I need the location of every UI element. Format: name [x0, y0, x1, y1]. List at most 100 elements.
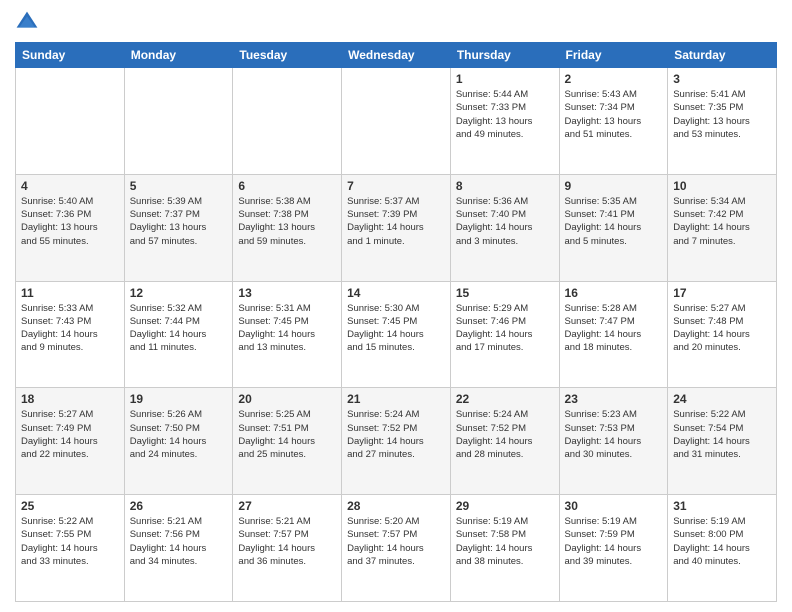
- logo-icon: [15, 10, 39, 34]
- header: [15, 10, 777, 34]
- calendar-cell: 8 Sunrise: 5:36 AM Sunset: 7:40 PM Daylig…: [450, 174, 559, 281]
- day-detail: Sunrise: 5:30 AM Sunset: 7:45 PM Dayligh…: [347, 302, 445, 355]
- calendar-cell: 26Sunrise: 5:21 AM Sunset: 7:56 PM Dayli…: [124, 495, 233, 602]
- day-detail: Sunrise: 5:25 AM Sunset: 7:51 PM Dayligh…: [238, 408, 336, 461]
- day-number: 3: [673, 72, 771, 86]
- day-number: 20: [238, 392, 336, 406]
- day-number: 2: [565, 72, 663, 86]
- calendar-week-1: 1 Sunrise: 5:44 AM Sunset: 7:33 PM Daylig…: [16, 68, 777, 175]
- day-number: 26: [130, 499, 228, 513]
- day-detail: Sunrise: 5:28 AM Sunset: 7:47 PM Dayligh…: [565, 302, 663, 355]
- calendar-cell: 19 Sunrise: 5:26 AM Sunset: 7:50 PM Dayli…: [124, 388, 233, 495]
- calendar-cell: 12 Sunrise: 5:32 AM Sunset: 7:44 PM Dayli…: [124, 281, 233, 388]
- day-number: 12: [130, 286, 228, 300]
- day-number: 15: [456, 286, 554, 300]
- day-detail: Sunrise: 5:22 AM Sunset: 7:55 PM Dayligh…: [21, 515, 119, 568]
- calendar-cell: 18 Sunrise: 5:27 AM Sunset: 7:49 PM Dayli…: [16, 388, 125, 495]
- day-detail: Sunrise: 5:44 AM Sunset: 7:33 PM Dayligh…: [456, 88, 554, 141]
- day-number: 30: [565, 499, 663, 513]
- calendar-cell: 13Sunrise: 5:31 AM Sunset: 7:45 PM Dayli…: [233, 281, 342, 388]
- page: SundayMondayTuesdayWednesdayThursdayFrid…: [0, 0, 792, 612]
- calendar-cell: 3 Sunrise: 5:41 AM Sunset: 7:35 PM Daylig…: [668, 68, 777, 175]
- calendar-cell: 29 Sunrise: 5:19 AM Sunset: 7:58 PM Dayli…: [450, 495, 559, 602]
- day-number: 6: [238, 179, 336, 193]
- calendar-cell: 31 Sunrise: 5:19 AM Sunset: 8:00 PM Dayli…: [668, 495, 777, 602]
- calendar-cell: 17 Sunrise: 5:27 AM Sunset: 7:48 PM Dayli…: [668, 281, 777, 388]
- day-detail: Sunrise: 5:41 AM Sunset: 7:35 PM Dayligh…: [673, 88, 771, 141]
- day-detail: Sunrise: 5:20 AM Sunset: 7:57 PM Dayligh…: [347, 515, 445, 568]
- day-detail: Sunrise: 5:23 AM Sunset: 7:53 PM Dayligh…: [565, 408, 663, 461]
- day-detail: Sunrise: 5:31 AM Sunset: 7:45 PM Dayligh…: [238, 302, 336, 355]
- day-detail: Sunrise: 5:24 AM Sunset: 7:52 PM Dayligh…: [347, 408, 445, 461]
- day-number: 7: [347, 179, 445, 193]
- weekday-header-wednesday: Wednesday: [342, 43, 451, 68]
- calendar-week-4: 18 Sunrise: 5:27 AM Sunset: 7:49 PM Dayli…: [16, 388, 777, 495]
- day-number: 17: [673, 286, 771, 300]
- day-detail: Sunrise: 5:21 AM Sunset: 7:57 PM Dayligh…: [238, 515, 336, 568]
- day-number: 23: [565, 392, 663, 406]
- calendar-cell: 30 Sunrise: 5:19 AM Sunset: 7:59 PM Dayli…: [559, 495, 668, 602]
- calendar-cell: 1 Sunrise: 5:44 AM Sunset: 7:33 PM Daylig…: [450, 68, 559, 175]
- day-detail: Sunrise: 5:43 AM Sunset: 7:34 PM Dayligh…: [565, 88, 663, 141]
- calendar-week-5: 25 Sunrise: 5:22 AM Sunset: 7:55 PM Dayli…: [16, 495, 777, 602]
- day-number: 1: [456, 72, 554, 86]
- day-detail: Sunrise: 5:34 AM Sunset: 7:42 PM Dayligh…: [673, 195, 771, 248]
- day-detail: Sunrise: 5:39 AM Sunset: 7:37 PM Dayligh…: [130, 195, 228, 248]
- day-detail: Sunrise: 5:19 AM Sunset: 7:59 PM Dayligh…: [565, 515, 663, 568]
- day-detail: Sunrise: 5:40 AM Sunset: 7:36 PM Dayligh…: [21, 195, 119, 248]
- day-number: 19: [130, 392, 228, 406]
- day-number: 31: [673, 499, 771, 513]
- calendar-cell: 20 Sunrise: 5:25 AM Sunset: 7:51 PM Dayli…: [233, 388, 342, 495]
- day-detail: Sunrise: 5:32 AM Sunset: 7:44 PM Dayligh…: [130, 302, 228, 355]
- day-detail: Sunrise: 5:37 AM Sunset: 7:39 PM Dayligh…: [347, 195, 445, 248]
- calendar-cell: 4Sunrise: 5:40 AM Sunset: 7:36 PM Daylig…: [16, 174, 125, 281]
- day-number: 28: [347, 499, 445, 513]
- day-number: 10: [673, 179, 771, 193]
- calendar-week-3: 11Sunrise: 5:33 AM Sunset: 7:43 PM Dayli…: [16, 281, 777, 388]
- calendar-cell: 7 Sunrise: 5:37 AM Sunset: 7:39 PM Daylig…: [342, 174, 451, 281]
- calendar-cell: 22 Sunrise: 5:24 AM Sunset: 7:52 PM Dayli…: [450, 388, 559, 495]
- day-number: 16: [565, 286, 663, 300]
- day-detail: Sunrise: 5:38 AM Sunset: 7:38 PM Dayligh…: [238, 195, 336, 248]
- weekday-header-friday: Friday: [559, 43, 668, 68]
- weekday-header-thursday: Thursday: [450, 43, 559, 68]
- day-detail: Sunrise: 5:24 AM Sunset: 7:52 PM Dayligh…: [456, 408, 554, 461]
- weekday-header-tuesday: Tuesday: [233, 43, 342, 68]
- day-detail: Sunrise: 5:36 AM Sunset: 7:40 PM Dayligh…: [456, 195, 554, 248]
- calendar-cell: 21 Sunrise: 5:24 AM Sunset: 7:52 PM Dayli…: [342, 388, 451, 495]
- day-number: 27: [238, 499, 336, 513]
- calendar-cell: 25 Sunrise: 5:22 AM Sunset: 7:55 PM Dayli…: [16, 495, 125, 602]
- calendar-cell: 15 Sunrise: 5:29 AM Sunset: 7:46 PM Dayli…: [450, 281, 559, 388]
- calendar-cell: [124, 68, 233, 175]
- day-number: 22: [456, 392, 554, 406]
- day-detail: Sunrise: 5:19 AM Sunset: 8:00 PM Dayligh…: [673, 515, 771, 568]
- calendar-cell: 23 Sunrise: 5:23 AM Sunset: 7:53 PM Dayli…: [559, 388, 668, 495]
- day-number: 21: [347, 392, 445, 406]
- day-detail: Sunrise: 5:27 AM Sunset: 7:49 PM Dayligh…: [21, 408, 119, 461]
- weekday-header-sunday: Sunday: [16, 43, 125, 68]
- day-detail: Sunrise: 5:27 AM Sunset: 7:48 PM Dayligh…: [673, 302, 771, 355]
- day-detail: Sunrise: 5:29 AM Sunset: 7:46 PM Dayligh…: [456, 302, 554, 355]
- calendar-cell: [342, 68, 451, 175]
- day-detail: Sunrise: 5:35 AM Sunset: 7:41 PM Dayligh…: [565, 195, 663, 248]
- day-number: 29: [456, 499, 554, 513]
- weekday-header-monday: Monday: [124, 43, 233, 68]
- calendar-cell: 2 Sunrise: 5:43 AM Sunset: 7:34 PM Daylig…: [559, 68, 668, 175]
- day-detail: Sunrise: 5:22 AM Sunset: 7:54 PM Dayligh…: [673, 408, 771, 461]
- day-detail: Sunrise: 5:33 AM Sunset: 7:43 PM Dayligh…: [21, 302, 119, 355]
- calendar-cell: 28 Sunrise: 5:20 AM Sunset: 7:57 PM Dayli…: [342, 495, 451, 602]
- calendar-cell: 27 Sunrise: 5:21 AM Sunset: 7:57 PM Dayli…: [233, 495, 342, 602]
- calendar-cell: 14Sunrise: 5:30 AM Sunset: 7:45 PM Dayli…: [342, 281, 451, 388]
- day-detail: Sunrise: 5:19 AM Sunset: 7:58 PM Dayligh…: [456, 515, 554, 568]
- calendar-cell: 6 Sunrise: 5:38 AM Sunset: 7:38 PM Daylig…: [233, 174, 342, 281]
- day-number: 18: [21, 392, 119, 406]
- day-number: 8: [456, 179, 554, 193]
- day-number: 9: [565, 179, 663, 193]
- calendar-cell: 5 Sunrise: 5:39 AM Sunset: 7:37 PM Daylig…: [124, 174, 233, 281]
- day-number: 5: [130, 179, 228, 193]
- calendar-cell: 24Sunrise: 5:22 AM Sunset: 7:54 PM Dayli…: [668, 388, 777, 495]
- calendar-cell: 10 Sunrise: 5:34 AM Sunset: 7:42 PM Dayli…: [668, 174, 777, 281]
- day-detail: Sunrise: 5:26 AM Sunset: 7:50 PM Dayligh…: [130, 408, 228, 461]
- calendar-table: SundayMondayTuesdayWednesdayThursdayFrid…: [15, 42, 777, 602]
- day-number: 25: [21, 499, 119, 513]
